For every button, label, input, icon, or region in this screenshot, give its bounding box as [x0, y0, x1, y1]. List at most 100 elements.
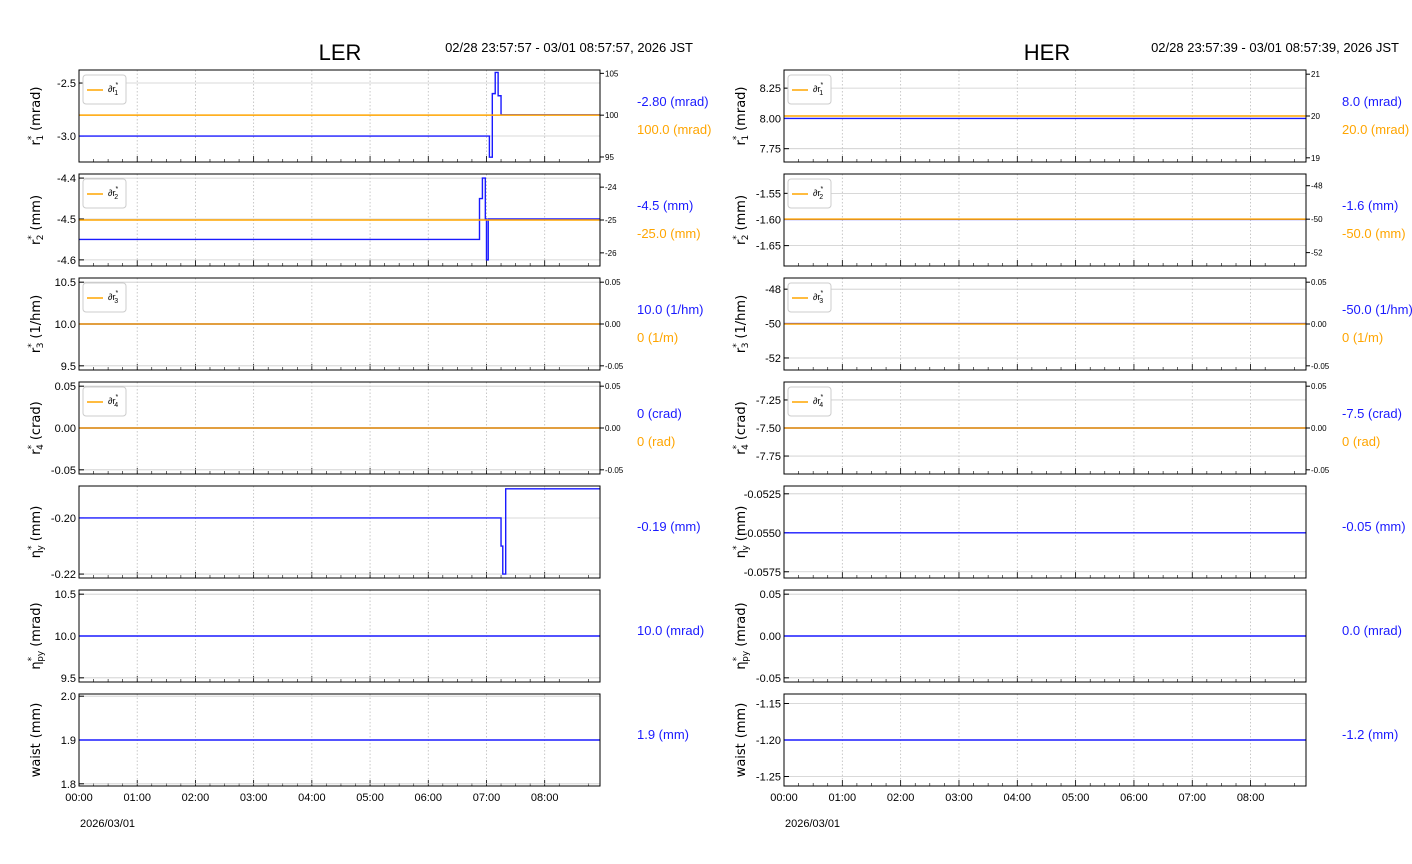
y-tick-label: -1.60: [756, 214, 781, 226]
x-tick-label: 02:00: [887, 792, 915, 804]
blue-series-line: [79, 488, 600, 575]
ylabel-unit: (crad): [29, 401, 44, 440]
y-axis-label: r*1(mrad): [732, 87, 751, 146]
y-tick-label: -4.6: [57, 255, 76, 267]
legend-star: *: [115, 82, 118, 89]
right-y-tick-label: 105: [605, 69, 619, 78]
x-tick-label: 07:00: [473, 792, 501, 804]
panel-r3: -48 -50 -52 0.05 0.00 -0.05 ∂r* 3 -50.0 (1/hm) 0 …: [732, 277, 1412, 371]
y-tick-label: -0.0575: [744, 567, 781, 579]
y-axis-label: η*py(mrad): [732, 602, 751, 669]
ylabel-unit: (mrad): [29, 602, 44, 646]
readout-orange: 0 (rad): [637, 434, 675, 449]
ylabel-unit: (mm): [29, 506, 44, 541]
readout-orange: 0 (1/m): [1342, 330, 1383, 345]
y-tick-label: -1.20: [756, 735, 781, 747]
y-tick-label: -1.25: [756, 772, 781, 784]
ylabel-unit: (mrad): [29, 87, 44, 131]
x-tick-label: 04:00: [1004, 792, 1032, 804]
right-y-tick-label: 0.05: [1311, 278, 1327, 287]
chart-title: HER: [1024, 40, 1070, 65]
ylabel-subscript: y: [741, 545, 751, 551]
y-axis-label: η*y(mm): [732, 506, 751, 559]
right-y-tick-label: 21: [1311, 70, 1320, 79]
readout-orange: -50.0 (mm): [1342, 226, 1406, 241]
ylabel-unit: (mrad): [734, 602, 749, 646]
legend: ∂r* 1: [787, 74, 832, 105]
x-tick-label: 01:00: [123, 792, 151, 804]
y-tick-label: -7.25: [756, 395, 781, 407]
panel-r4: 0.05 0.00 -0.05 0.05 0.00 -0.05 ∂r* 4 0 (crad) 0 …: [27, 381, 682, 477]
legend: ∂r* 2: [82, 178, 127, 209]
x-tick-label: 02:00: [182, 792, 210, 804]
ylabel-unit: (1/hm): [29, 295, 44, 339]
readout-blue: -0.19 (mm): [637, 519, 701, 534]
ylabel-subscript: 1: [741, 135, 751, 141]
chart-title: LER: [319, 40, 362, 65]
her-column: HER 02/28 23:57:39 - 03/01 08:57:39, 2026…: [732, 40, 1412, 830]
x-tick-label: 04:00: [298, 792, 326, 804]
panel-ηpy: 0.050.00-0.050.0 (mrad)η*py(mrad): [732, 589, 1402, 685]
y-axis-label: r*2(mm): [732, 195, 751, 245]
right-y-tick-label: 0.05: [1311, 382, 1327, 391]
axes-frame: [78, 69, 601, 163]
y-tick-label: -0.0525: [744, 489, 781, 501]
y-axis-label: η*y(mm): [27, 506, 46, 559]
y-tick-label: 0.05: [760, 589, 781, 601]
y-tick-label: 1.9: [61, 735, 76, 747]
right-y-tick-label: 100: [605, 111, 619, 120]
y-tick-label: 7.75: [760, 144, 781, 156]
y-tick-label: -0.0550: [744, 528, 781, 540]
y-tick-label: 10.0: [55, 319, 76, 331]
readout-blue: -0.05 (mm): [1342, 519, 1406, 534]
y-tick-label: -7.50: [756, 423, 781, 435]
y-tick-label: 9.5: [61, 673, 76, 685]
legend-star: *: [115, 186, 118, 193]
legend-subscript: 1: [819, 90, 823, 97]
y-tick-label: -52: [765, 353, 781, 365]
right-y-tick-label: 19: [1311, 154, 1320, 163]
right-y-tick-label: -26: [605, 249, 617, 258]
legend-star: *: [115, 290, 118, 297]
panel-r4: -7.25 -7.50 -7.75 0.05 0.00 -0.05 ∂r* 4 -7.5 (cr…: [732, 381, 1402, 475]
legend-star: *: [820, 82, 823, 89]
y-tick-label: -0.22: [51, 569, 76, 581]
x-tick-label: 06:00: [415, 792, 443, 804]
ylabel-subscript: 4: [741, 444, 751, 450]
ylabel-subscript: y: [36, 545, 46, 551]
y-axis-label: r*1(mrad): [27, 87, 46, 146]
y-tick-label: 0.00: [55, 423, 76, 435]
ylabel-subscript: 4: [36, 444, 46, 450]
right-y-tick-label: -24: [605, 183, 617, 192]
panel-ηpy: 10.510.09.510.0 (mrad)η*py(mrad): [27, 589, 704, 685]
x-tick-label: 05:00: [356, 792, 384, 804]
readout-orange: 0 (1/m): [637, 330, 678, 345]
panel-waist: -1.15 -1.20 -1.25 -1.2 (mm) waist (mm): [734, 693, 1398, 787]
x-tick-label: 06:00: [1120, 792, 1148, 804]
y-tick-label: -50: [765, 319, 781, 331]
right-y-tick-label: -52: [1311, 249, 1323, 258]
axes-frame: [783, 485, 1307, 579]
panel-r1: 8.25 8.00 7.75 21 20 19 ∂r* 1 8.0 (mrad) 20.0 (mr…: [732, 69, 1409, 163]
y-tick-label: -0.05: [756, 673, 781, 685]
panel-ηy: -0.20-0.22-0.19 (mm)η*y(mm): [27, 485, 701, 581]
y-tick-label: -1.15: [756, 698, 781, 710]
y-tick-label: -48: [765, 284, 781, 296]
y-tick-label: 10.0: [55, 631, 76, 643]
ylabel-subscript: 1: [36, 135, 46, 141]
panel-ηy: -0.0525-0.0550-0.0575-0.05 (mm)η*y(mm): [732, 485, 1406, 579]
ylabel-unit: (mm): [734, 506, 749, 541]
y-tick-label: -1.65: [756, 241, 781, 253]
y-axis-label: r*3(1/hm): [732, 295, 751, 353]
ylabel-symbol: waist: [734, 743, 749, 777]
readout-blue: -4.5 (mm): [637, 198, 693, 213]
right-y-tick-label: -25: [605, 216, 617, 225]
ylabel-subscript: 3: [741, 343, 751, 349]
x-tick-label: 03:00: [240, 792, 268, 804]
x-tick-label: 08:00: [531, 792, 559, 804]
legend: ∂r* 4: [787, 386, 832, 417]
ylabel-unit: (mm): [734, 195, 749, 230]
ylabel-subscript: 2: [741, 234, 751, 240]
readout-blue: -7.5 (crad): [1342, 406, 1402, 421]
legend: ∂r* 4: [82, 386, 127, 417]
